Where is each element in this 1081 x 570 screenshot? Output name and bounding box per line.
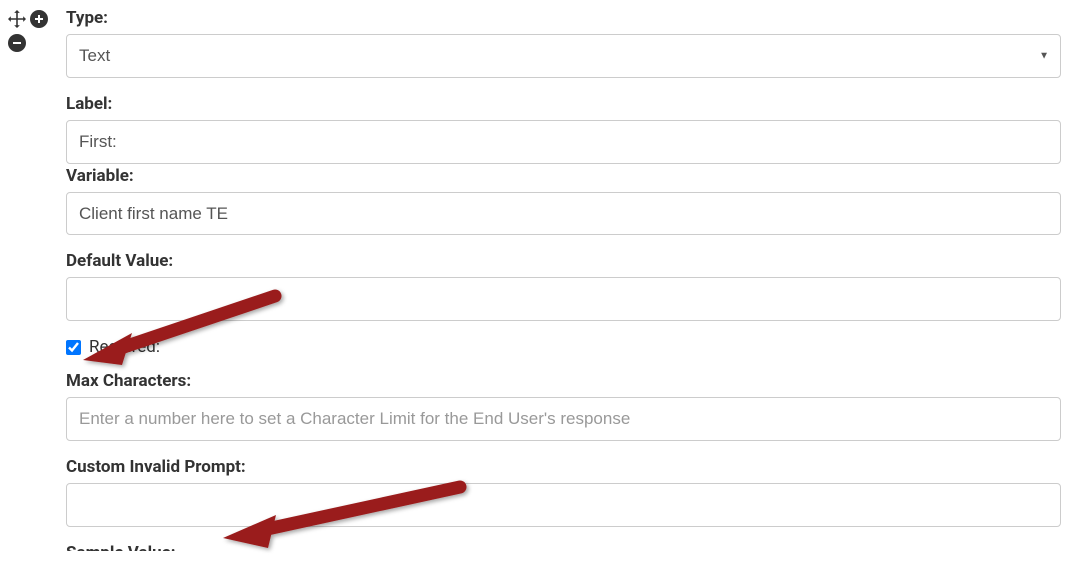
required-label[interactable]: Required: <box>89 337 160 357</box>
add-icon[interactable] <box>30 10 48 28</box>
icon-column <box>8 8 48 52</box>
variable-input[interactable] <box>66 192 1061 236</box>
remove-icon[interactable] <box>8 34 26 52</box>
custom-invalid-prompt-input[interactable] <box>66 483 1061 527</box>
type-label: Type: <box>66 8 1061 28</box>
form-column: Type: Text Label: Variable: Default Valu… <box>66 8 1061 551</box>
label-input[interactable] <box>66 120 1061 164</box>
sample-value-label: Sample Value: <box>66 543 1061 551</box>
variable-label: Variable: <box>66 166 1061 186</box>
max-characters-input[interactable] <box>66 397 1061 441</box>
type-select[interactable]: Text <box>66 34 1061 78</box>
max-characters-label: Max Characters: <box>66 371 1061 391</box>
default-value-label: Default Value: <box>66 251 1061 271</box>
default-value-input[interactable] <box>66 277 1061 321</box>
move-icon[interactable] <box>8 10 26 28</box>
required-checkbox[interactable] <box>66 340 81 355</box>
custom-invalid-prompt-label: Custom Invalid Prompt: <box>66 457 1061 477</box>
label-label: Label: <box>66 94 1061 114</box>
